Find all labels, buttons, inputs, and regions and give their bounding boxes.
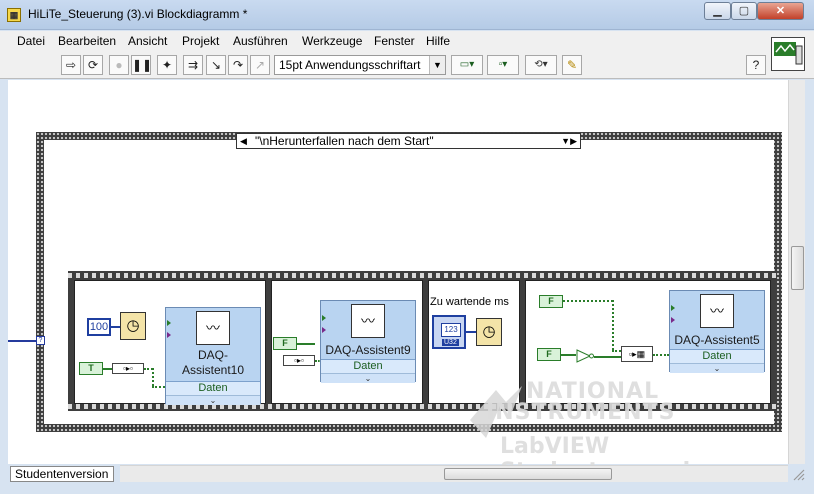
distribute-objects-icon[interactable]: ▫▾ (487, 55, 519, 75)
terminal-icon (322, 315, 326, 321)
horizontal-scroll-thumb[interactable] (444, 468, 612, 480)
help-button[interactable]: ? (746, 55, 766, 75)
numeric-display: 123 (441, 323, 461, 337)
font-select[interactable]: 15pt Anwendungsschriftart ▼ (274, 55, 446, 75)
wire (111, 326, 120, 328)
wire (612, 350, 621, 352)
menu-ausfuehren[interactable]: Ausführen (233, 34, 288, 48)
expand-icon[interactable]: ⌄ (321, 373, 415, 383)
menu-projekt[interactable]: Projekt (182, 34, 219, 48)
daq-assistant-10[interactable]: 〰 DAQ- Assistent10 Daten ⌄ (165, 307, 261, 405)
numeric-constant[interactable]: 100 (87, 318, 111, 336)
menu-fenster[interactable]: Fenster (374, 34, 415, 48)
font-select-value: 15pt Anwendungsschriftart (279, 58, 421, 72)
run-arrow-icon[interactable]: ⇨ (61, 55, 81, 75)
vertical-scrollbar[interactable] (788, 80, 805, 464)
wire (594, 356, 621, 358)
close-button[interactable]: ✕ (757, 2, 804, 20)
retain-wire-values-icon[interactable]: ⇉ (183, 55, 203, 75)
wait-ms-icon[interactable]: ◷ (120, 312, 146, 340)
minimize-button[interactable]: ▁ (704, 2, 731, 20)
step-into-icon[interactable]: ↘ (206, 55, 226, 75)
terminal-icon (671, 305, 675, 311)
case-selector[interactable]: ◀ "\nHerunterfallen nach dem Start" ▼▶ (236, 133, 581, 149)
selector-wire (8, 340, 36, 342)
labview-app-icon: ▦ (7, 8, 21, 22)
wire (612, 300, 614, 350)
menu-bar: Datei Bearbeiten Ansicht Projekt Ausführ… (0, 31, 814, 51)
menu-datei[interactable]: Datei (17, 34, 45, 48)
boolean-constant[interactable]: F (539, 295, 563, 308)
title-bar: ▦ HiLiTe_Steuerung (3).vi Blockdiagramm … (0, 0, 814, 30)
case-selector-label: "\nHerunterfallen nach dem Start" (255, 134, 434, 148)
boolean-constant[interactable]: F (537, 348, 561, 361)
case-selector-terminal[interactable]: ? (36, 336, 45, 345)
wire (297, 343, 315, 345)
wire (466, 331, 476, 333)
daq-output-daten[interactable]: Daten (321, 359, 415, 373)
toolbar: ⇨ ⟳ ● ❚❚ ✦ ⇉ ↘ ↷ ↗ 15pt Anwendungsschrif… (0, 51, 814, 79)
wire (563, 300, 613, 302)
menu-werkzeuge[interactable]: Werkzeuge (302, 34, 362, 48)
align-objects-icon[interactable]: ▭▾ (451, 55, 483, 75)
step-out-icon[interactable]: ↗ (250, 55, 270, 75)
wire (561, 354, 576, 356)
cleanup-diagram-icon[interactable]: ✎ (562, 55, 582, 75)
daq-output-daten[interactable]: Daten (166, 381, 260, 395)
maximize-button[interactable]: ▢ (731, 2, 757, 20)
boolean-constant[interactable]: T (79, 362, 103, 375)
wait-ms-icon[interactable]: ◷ (476, 318, 502, 346)
resize-grip-icon[interactable] (790, 466, 806, 482)
numeric-control[interactable]: 123 U32 (432, 315, 466, 349)
terminal-icon (167, 332, 171, 338)
watermark-line-2: INSTRUMENTS (486, 400, 676, 425)
daq-label: DAQ-Assistent9 (325, 343, 411, 357)
vertical-scroll-thumb[interactable] (791, 246, 804, 290)
watermark-national-instruments: NATIONAL INSTRUMENTS (486, 379, 676, 425)
menu-ansicht[interactable]: Ansicht (128, 34, 167, 48)
expand-icon[interactable]: ⌄ (670, 363, 764, 373)
vi-icon[interactable] (771, 37, 805, 71)
case-prev-icon[interactable]: ◀ (240, 134, 247, 148)
expand-icon[interactable]: ⌄ (166, 395, 260, 405)
abort-icon[interactable]: ● (109, 55, 129, 75)
horizontal-scrollbar[interactable] (120, 465, 788, 482)
build-array-icon[interactable]: ▫▸▦ (621, 346, 653, 362)
menu-hilfe[interactable]: Hilfe (426, 34, 450, 48)
wire (152, 368, 154, 386)
build-array-icon[interactable]: ▫▸▫ (112, 363, 144, 374)
menu-bearbeiten[interactable]: Bearbeiten (58, 34, 116, 48)
daq-assistant-9[interactable]: 〰 DAQ-Assistent9 Daten ⌄ (320, 300, 416, 383)
daq-output-daten[interactable]: Daten (670, 349, 764, 363)
wire (653, 354, 669, 356)
daq-assistant-icon: 〰 (351, 304, 385, 338)
reorder-icon[interactable]: ⟲▾ (525, 55, 557, 75)
daq-label: DAQ-Assistent5 (674, 333, 760, 347)
not-gate-icon[interactable] (576, 349, 594, 363)
daq-assistant-icon: 〰 (700, 294, 734, 328)
status-student-version: Studentenversion (10, 466, 114, 482)
highlight-execution-icon[interactable]: ✦ (157, 55, 177, 75)
build-array-icon[interactable]: ▫▸▫ (283, 355, 315, 366)
u32-type-tag: U32 (442, 339, 459, 346)
chevron-down-icon: ▼ (429, 56, 445, 74)
control-label: Zu wartende ms (430, 296, 509, 308)
pause-icon[interactable]: ❚❚ (131, 55, 152, 75)
terminal-icon (167, 320, 171, 326)
step-over-icon[interactable]: ↷ (228, 55, 248, 75)
daq-assistant-5[interactable]: 〰 DAQ-Assistent5 Daten ⌄ (669, 290, 765, 373)
wire (152, 386, 165, 388)
daq-label: DAQ- Assistent10 (181, 348, 245, 377)
boolean-constant[interactable]: F (273, 337, 297, 350)
run-continuously-icon[interactable]: ⟳ (83, 55, 103, 75)
daq-assistant-icon: 〰 (196, 311, 230, 345)
terminal-icon (322, 327, 326, 333)
case-next-icon[interactable]: ▼▶ (561, 134, 577, 148)
wire (103, 368, 112, 370)
window-title: HiLiTe_Steuerung (3).vi Blockdiagramm * (28, 7, 248, 21)
terminal-icon (671, 317, 675, 323)
watermark-line-1: NATIONAL (526, 379, 660, 404)
